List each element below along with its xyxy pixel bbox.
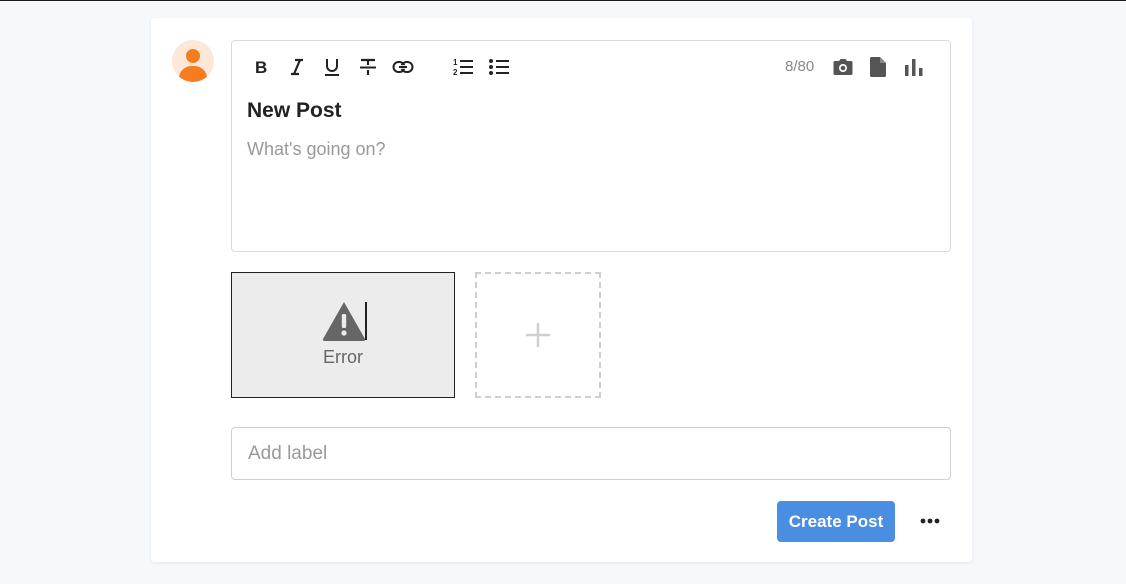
bold-button[interactable]: B [247,53,275,81]
link-button[interactable] [389,53,417,81]
post-title[interactable]: New Post [247,99,342,123]
link-icon [392,61,414,73]
underline-icon [325,59,339,76]
svg-text:B: B [255,58,267,76]
add-file-button[interactable] [864,53,892,81]
ordered-list-icon: 1 2 [453,58,473,77]
add-media-button[interactable] [475,272,601,398]
bold-icon: B [255,58,267,76]
post-composer-card: B 1 2 8/80 New Post What's going on? Err… [151,18,972,562]
add-label-input[interactable] [231,427,951,480]
character-counter: 8/80 [785,58,815,75]
italic-button[interactable] [283,53,311,81]
warning-icon [322,302,366,341]
editor-toolbar: B 1 2 8/80 [244,53,938,81]
bar-chart-icon [905,59,923,76]
more-options-button[interactable] [917,508,943,534]
media-error-text: Error [323,347,363,367]
strikethrough-button[interactable] [354,53,382,81]
avatar-head [186,49,200,63]
svg-text:2: 2 [453,68,458,77]
bullet-list-button[interactable] [485,53,513,81]
create-post-button[interactable]: Create Post [777,501,895,542]
ordered-list-button[interactable]: 1 2 [449,53,477,81]
avatar-body [179,66,207,82]
svg-text:1: 1 [453,58,458,67]
post-editor[interactable]: B 1 2 8/80 New Post What's going on? [231,40,951,252]
bullet-list-icon [489,59,509,75]
underline-button[interactable] [318,53,346,81]
avatar[interactable] [172,40,214,82]
strikethrough-icon [360,58,376,75]
file-icon [870,57,886,77]
camera-icon [833,59,853,75]
italic-icon [291,58,303,76]
plus-icon [526,323,550,347]
text-cursor [365,302,367,340]
add-poll-button[interactable] [900,53,928,81]
media-error-tile[interactable]: Error [231,272,455,398]
post-body-placeholder[interactable]: What's going on? [247,139,386,160]
more-horizontal-icon [920,518,940,524]
add-photo-button[interactable] [829,53,857,81]
